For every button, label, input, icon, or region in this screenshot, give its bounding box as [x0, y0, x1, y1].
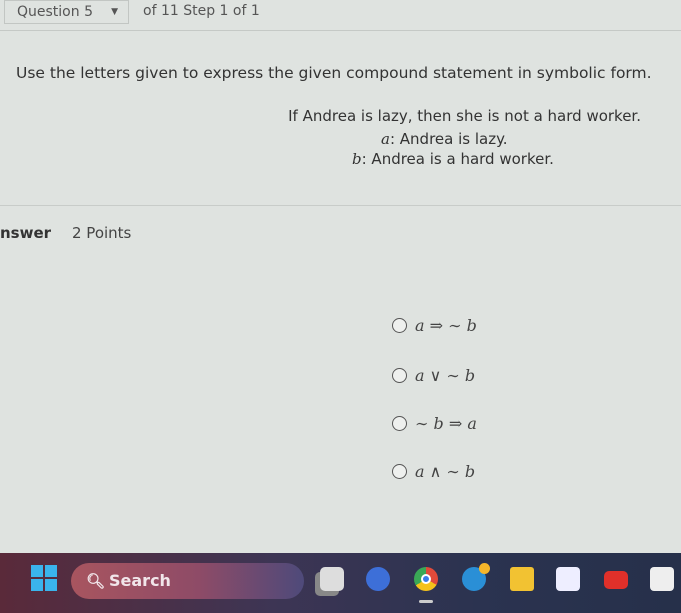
option-2[interactable]: a ∨ ∼ b [392, 366, 475, 385]
question-progress: of 11 Step 1 of 1 [143, 3, 260, 19]
option-1[interactable]: a ⇒ ∼ b [392, 316, 477, 335]
option-text: a ∨ ∼ b [415, 366, 476, 385]
chrome-icon[interactable] [414, 567, 438, 591]
question-label: Question 5 [17, 4, 93, 20]
meet-icon[interactable] [366, 567, 390, 591]
help-icon[interactable] [462, 563, 490, 591]
answer-label: nswer [0, 224, 52, 242]
task-view-icon[interactable] [320, 567, 344, 591]
youtube-icon[interactable] [604, 571, 628, 589]
store-icon[interactable] [556, 567, 580, 591]
active-indicator [419, 600, 433, 603]
compound-statement: If Andrea is lazy, then she is not a har… [288, 107, 641, 125]
option-text: a ∧ ∼ b [415, 462, 476, 481]
option-text: a ⇒ ∼ b [415, 316, 477, 335]
app-icon[interactable] [650, 567, 674, 591]
radio-button[interactable] [392, 464, 407, 479]
option-3[interactable]: ∼ b ⇒ a [392, 414, 477, 433]
question-selector[interactable]: Question 5 ▼ [4, 0, 129, 24]
definition-a: a: Andrea is lazy. [381, 130, 508, 148]
question-prompt: Use the letters given to express the giv… [16, 64, 652, 82]
search-label: Search [109, 571, 171, 590]
divider [0, 205, 681, 206]
option-4[interactable]: a ∧ ∼ b [392, 462, 475, 481]
radio-button[interactable] [392, 416, 407, 431]
top-bar: Question 5 ▼ of 11 Step 1 of 1 [0, 0, 681, 31]
taskbar-search[interactable]: 🔍︎ Search [71, 563, 304, 599]
windows-start-icon[interactable] [31, 565, 57, 591]
option-text: ∼ b ⇒ a [415, 414, 477, 433]
taskbar: 🔍︎ Search [0, 553, 681, 613]
points-label: 2 Points [72, 224, 132, 242]
radio-button[interactable] [392, 368, 407, 383]
definition-b: b: Andrea is a hard worker. [352, 150, 554, 168]
search-icon: 🔍︎ [86, 572, 106, 590]
file-explorer-icon[interactable] [510, 567, 534, 591]
chevron-down-icon: ▼ [111, 7, 118, 17]
radio-button[interactable] [392, 318, 407, 333]
